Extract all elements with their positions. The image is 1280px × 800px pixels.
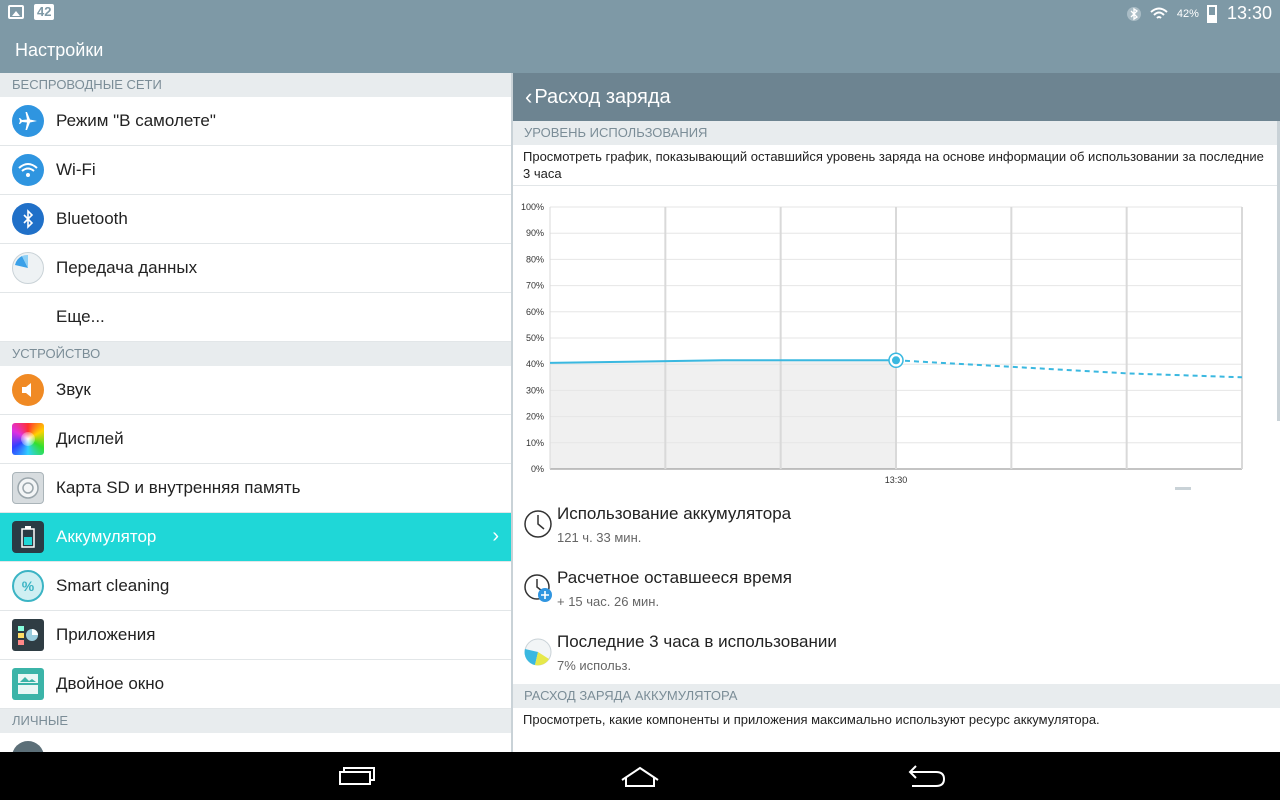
sidebar-item-display[interactable]: Дисплей <box>0 415 511 464</box>
section-header-device: УСТРОЙСТВО <box>0 342 511 366</box>
stat-title: Использование аккумулятора <box>557 504 792 523</box>
action-bar: Настройки <box>0 28 1280 73</box>
sidebar-item-partial[interactable] <box>0 733 511 752</box>
recent-apps-icon[interactable] <box>326 760 386 792</box>
y-tick-label: 70% <box>526 281 544 291</box>
wifi-status-icon <box>1150 7 1168 19</box>
x-tick-label: 13:30 <box>885 475 908 485</box>
chevron-right-icon: › <box>492 525 499 547</box>
sidebar-item-more[interactable]: Еще... <box>0 293 511 342</box>
y-tick-label: 90% <box>526 228 544 238</box>
settings-list[interactable]: БЕСПРОВОДНЫЕ СЕТИ Режим "В самолете" Wi-… <box>0 73 511 752</box>
sound-icon <box>12 374 44 406</box>
consumption-section-header: РАСХОД ЗАРЯДА АККУМУЛЯТОРА <box>513 684 1280 708</box>
clock: 13:30 <box>1226 3 1272 23</box>
y-tick-label: 100% <box>521 202 544 212</box>
y-tick-label: 20% <box>526 412 544 422</box>
sidebar-item-label: Wi-Fi <box>56 160 96 179</box>
y-tick-label: 40% <box>526 359 544 369</box>
sidebar-item-data-usage[interactable]: Передача данных <box>0 244 511 293</box>
sidebar-item-label: Приложения <box>56 625 156 644</box>
stat-title: Последние 3 часа в использовании <box>557 632 837 651</box>
sidebar-item-apps[interactable]: Приложения <box>0 611 511 660</box>
gallery-notification-icon <box>8 5 24 19</box>
sidebar-item-label: Двойное окно <box>56 674 165 693</box>
battery-percent: 42% <box>1176 7 1199 20</box>
apps-icon <box>12 619 44 651</box>
stat-battery-usage[interactable]: Использование аккумулятора 121 ч. 33 мин… <box>513 499 1280 563</box>
consumption-section: РАСХОД ЗАРЯДА АККУМУЛЯТОРА Просмотреть, … <box>513 684 1280 731</box>
status-bar: 42 42% 13:30 <box>0 0 1280 28</box>
section-header-wireless: БЕСПРОВОДНЫЕ СЕТИ <box>0 73 511 97</box>
y-tick-label: 50% <box>526 333 544 343</box>
app-title: Настройки <box>15 40 104 60</box>
airplane-icon <box>12 105 44 137</box>
data-usage-icon <box>12 252 44 284</box>
y-tick-label: 0% <box>531 464 544 474</box>
pie-usage-icon <box>524 638 552 666</box>
battery-level-chart: 0% 10% 20% 30% 40% 50% 60% 70% 80% 90% 100% 13:30 <box>521 202 1243 485</box>
usage-description: Просмотреть график, показывающий оставши… <box>513 145 1280 186</box>
sidebar-item-battery[interactable]: Аккумулятор › <box>0 513 511 562</box>
current-point <box>892 356 900 365</box>
past-usage-area <box>550 360 896 469</box>
sidebar-item-label: Режим "В самолете" <box>56 111 216 130</box>
sidebar-item-dual-window[interactable]: Двойное окно <box>0 660 511 709</box>
stat-value: + 15 час. 26 мин. <box>557 594 660 609</box>
consumption-description[interactable]: Просмотреть, какие компоненты и приложен… <box>513 708 1280 731</box>
section-header-personal: ЛИЧНЫЕ <box>0 709 511 733</box>
dual-window-icon <box>12 668 44 700</box>
sidebar-item-label: Smart cleaning <box>56 576 170 595</box>
back-chevron-icon[interactable]: ‹ <box>525 84 532 110</box>
chart-scroll-indicator <box>1175 487 1191 490</box>
storage-icon <box>12 472 44 504</box>
y-tick-label: 30% <box>526 385 544 395</box>
sidebar-item-airplane-mode[interactable]: Режим "В самолете" <box>0 97 511 146</box>
stat-last-3h[interactable]: Последние 3 часа в использовании 7% испо… <box>513 627 1280 691</box>
forecast-line <box>895 359 1243 379</box>
usage-section-header: УРОВЕНЬ ИСПОЛЬЗОВАНИЯ <box>513 121 1280 145</box>
sidebar-item-label: Аккумулятор <box>56 527 157 546</box>
location-icon <box>12 741 44 752</box>
sidebar-item-wifi[interactable]: Wi-Fi <box>0 146 511 195</box>
clock-icon <box>524 510 552 538</box>
wifi-icon <box>12 154 44 186</box>
home-icon[interactable] <box>610 760 670 792</box>
stat-title: Расчетное оставшееся время <box>557 568 792 587</box>
sidebar-item-bluetooth[interactable]: Bluetooth <box>0 195 511 244</box>
battery-icon <box>12 521 44 553</box>
y-tick-label: 80% <box>526 254 544 264</box>
stat-value: 121 ч. 33 мин. <box>557 530 642 545</box>
detail-title: Расход заряда <box>534 85 671 108</box>
y-tick-label: 10% <box>526 438 544 448</box>
display-icon <box>12 423 44 455</box>
sidebar-item-label: Bluetooth <box>56 209 128 228</box>
sidebar-item-storage[interactable]: Карта SD и внутренняя память <box>0 464 511 513</box>
detail-header[interactable]: ‹ Расход заряда <box>513 73 1280 121</box>
bluetooth-status-icon <box>1126 6 1141 21</box>
stat-remaining-time[interactable]: Расчетное оставшееся время + 15 час. 26 … <box>513 563 1280 627</box>
sidebar-item-label: Дисплей <box>56 429 124 448</box>
sidebar-item-label: Еще... <box>56 307 105 326</box>
sidebar-item-label: Карта SD и внутренняя память <box>56 478 301 497</box>
sidebar-item-sound[interactable]: Звук <box>0 366 511 415</box>
smart-cleaning-icon: % <box>12 570 44 602</box>
sidebar-item-smart-cleaning[interactable]: % Smart cleaning <box>0 562 511 611</box>
bluetooth-icon <box>12 203 44 235</box>
back-icon[interactable] <box>896 760 956 792</box>
sidebar-item-label: Звук <box>56 380 91 399</box>
battery-status-icon <box>1206 4 1217 23</box>
navigation-bar <box>0 752 1280 800</box>
clock-plus-icon <box>524 574 552 602</box>
y-tick-label: 60% <box>526 307 544 317</box>
battery-detail-panel[interactable]: ‹ Расход заряда УРОВЕНЬ ИСПОЛЬЗОВАНИЯ Пр… <box>513 73 1280 752</box>
sidebar-item-label: Передача данных <box>56 258 198 277</box>
stat-value: 7% использ. <box>557 658 632 673</box>
notification-badge: 42 <box>34 4 55 20</box>
